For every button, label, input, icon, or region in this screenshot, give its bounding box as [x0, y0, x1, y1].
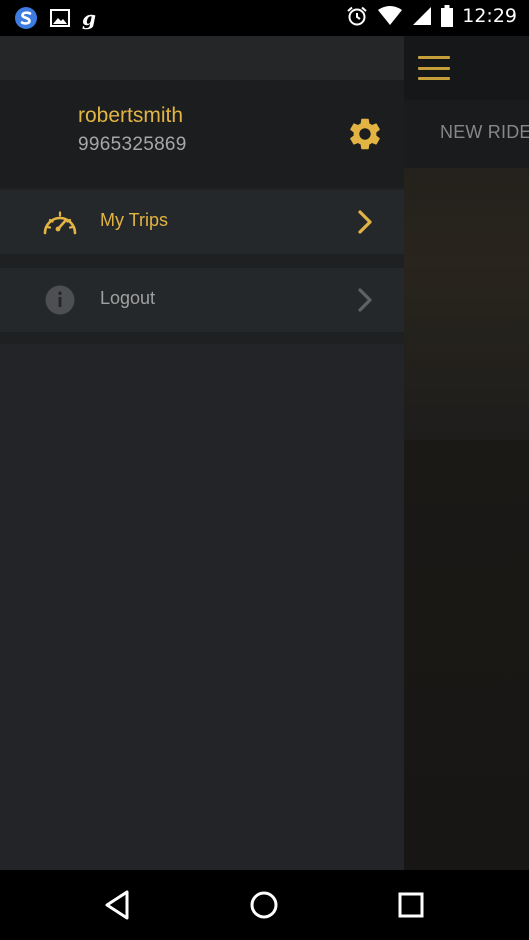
chevron-right-icon [358, 288, 372, 312]
info-icon [45, 285, 75, 315]
gear-icon[interactable] [346, 115, 384, 153]
g-icon: g [82, 6, 96, 30]
battery-icon [441, 5, 454, 27]
status-bar-left: g [14, 6, 96, 30]
swiftkey-icon [15, 7, 37, 29]
drawer-scrim[interactable] [404, 36, 529, 870]
drawer-top-band [0, 36, 404, 80]
home-icon[interactable] [247, 888, 281, 922]
chevron-right-icon [358, 210, 372, 234]
image-icon [50, 9, 70, 27]
navigation-drawer: robertsmith 9965325869 My Trips Logout [0, 36, 404, 870]
back-icon[interactable] [100, 888, 134, 922]
menu-item-label: My Trips [100, 210, 169, 230]
speedometer-icon [43, 211, 77, 235]
user-phone: 9965325869 [78, 134, 187, 155]
drawer-header: robertsmith 9965325869 [0, 80, 404, 188]
status-bar: g 12:29 [0, 0, 529, 36]
status-time: 12:29 [462, 5, 517, 27]
recents-icon[interactable] [394, 888, 428, 922]
user-name: robertsmith [78, 104, 184, 127]
menu-item-logout[interactable]: Logout [0, 268, 404, 332]
wifi-icon [378, 6, 403, 25]
signal-icon [413, 7, 432, 25]
divider [0, 332, 404, 344]
alarm-icon [347, 6, 367, 26]
status-bar-right: 12:29 [346, 5, 517, 27]
system-navigation-bar [0, 870, 529, 940]
divider [0, 254, 404, 268]
menu-item-my-trips[interactable]: My Trips [0, 190, 404, 254]
menu-item-label: Logout [100, 288, 156, 308]
